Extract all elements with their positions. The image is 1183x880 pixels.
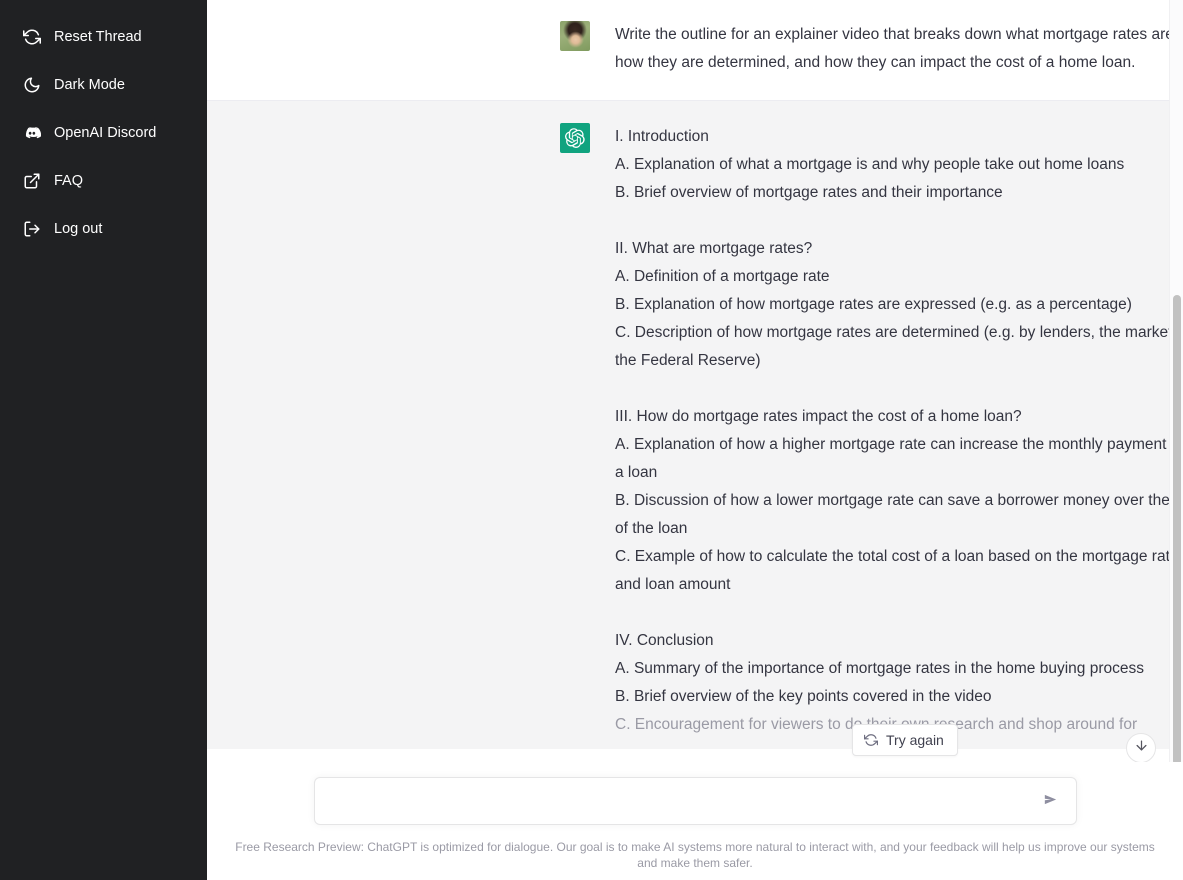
- sidebar-item-reset-thread[interactable]: Reset Thread: [6, 13, 201, 61]
- line-spacer: [615, 375, 1183, 403]
- assistant-line: B. Discussion of how a lower mortgage ra…: [615, 492, 1183, 537]
- composer: [313, 777, 1077, 825]
- send-button[interactable]: [1038, 788, 1064, 814]
- chatgpt-logo-icon: [560, 123, 590, 153]
- conversation-thread: Write the outline for an explainer video…: [207, 0, 1183, 765]
- sidebar-item-log-out[interactable]: Log out: [6, 205, 201, 253]
- refresh-icon: [23, 28, 41, 46]
- discord-icon: [23, 124, 41, 142]
- assistant-line: IV. Conclusion: [615, 632, 714, 649]
- try-again-label: Try again: [886, 732, 944, 748]
- sidebar-item-label: Dark Mode: [54, 76, 125, 93]
- assistant-line: III. How do mortgage rates impact the co…: [615, 408, 1022, 425]
- thread-scrollbar[interactable]: [1169, 0, 1183, 765]
- send-arrow-icon: [1042, 791, 1059, 811]
- footer-disclaimer: Free Research Preview: ChatGPT is optimi…: [235, 840, 1155, 870]
- arrow-down-icon: [1134, 738, 1149, 758]
- sidebar-item-faq[interactable]: FAQ: [6, 157, 201, 205]
- assistant-line: B. Brief overview of mortgage rates and …: [615, 184, 1003, 201]
- message-input[interactable]: [314, 778, 1076, 824]
- logout-icon: [23, 220, 41, 238]
- scroll-to-bottom-button[interactable]: [1126, 733, 1156, 763]
- user-message: Write the outline for an explainer video…: [207, 0, 1183, 101]
- assistant-message-text: I. Introduction A. Explanation of what a…: [615, 123, 1183, 739]
- scrollbar-thumb[interactable]: [1173, 295, 1181, 765]
- sidebar: Reset Thread Dark Mode OpenAI Discord FA…: [0, 0, 207, 880]
- chatgpt-app: Reset Thread Dark Mode OpenAI Discord FA…: [0, 0, 1183, 880]
- user-message-text: Write the outline for an explainer video…: [615, 26, 1179, 71]
- sidebar-item-openai-discord[interactable]: OpenAI Discord: [6, 109, 201, 157]
- assistant-line: B. Brief overview of the key points cove…: [615, 688, 992, 705]
- sidebar-item-dark-mode[interactable]: Dark Mode: [6, 61, 201, 109]
- line-spacer: [615, 599, 1183, 627]
- assistant-line: I. Introduction: [615, 128, 709, 145]
- assistant-line: B. Explanation of how mortgage rates are…: [615, 296, 1132, 313]
- avatar-column: [560, 123, 590, 739]
- main-content: Write the outline for an explainer video…: [207, 0, 1183, 880]
- sidebar-item-label: FAQ: [54, 172, 84, 189]
- assistant-line: A. Explanation of how a higher mortgage …: [615, 436, 1183, 481]
- sidebar-item-label: Reset Thread: [54, 28, 142, 45]
- try-again-button[interactable]: Try again: [852, 724, 958, 756]
- assistant-line: C. Description of how mortgage rates are…: [615, 324, 1177, 369]
- sidebar-item-label: Log out: [54, 220, 103, 237]
- assistant-line: C. Example of how to calculate the total…: [615, 548, 1179, 593]
- refresh-icon: [864, 733, 878, 747]
- assistant-line: II. What are mortgage rates?: [615, 240, 813, 257]
- assistant-line: A. Explanation of what a mortgage is and…: [615, 156, 1125, 173]
- assistant-line: A. Definition of a mortgage rate: [615, 268, 830, 285]
- assistant-message: I. Introduction A. Explanation of what a…: [207, 101, 1183, 749]
- assistant-line: A. Summary of the importance of mortgage…: [615, 660, 1144, 677]
- line-spacer: [615, 207, 1183, 235]
- external-link-icon: [23, 172, 41, 190]
- composer-area: Free Research Preview: ChatGPT is optimi…: [207, 762, 1183, 880]
- moon-icon: [23, 76, 41, 94]
- sidebar-item-label: OpenAI Discord: [54, 124, 157, 141]
- avatar-column: [560, 21, 590, 77]
- avatar: [560, 21, 590, 51]
